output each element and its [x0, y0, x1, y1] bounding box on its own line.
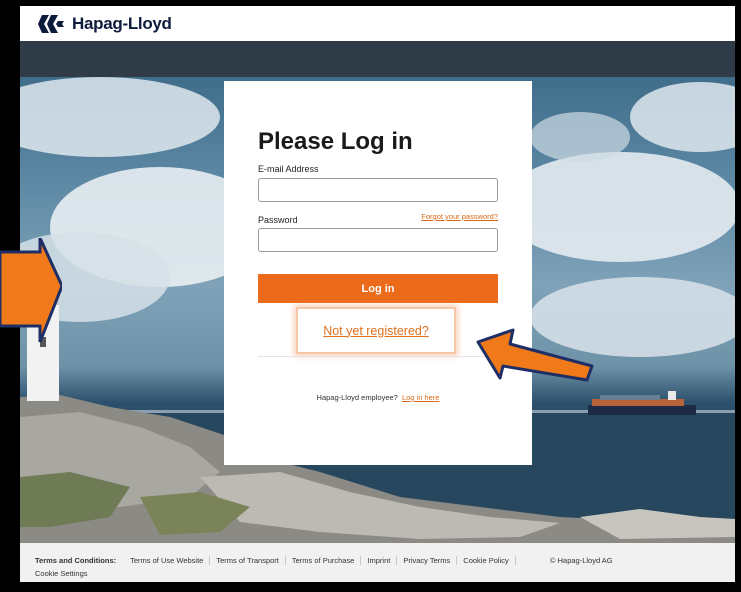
cookie-settings-link[interactable]: Cookie Settings [35, 569, 88, 578]
brand-name[interactable]: Hapag-Lloyd [72, 14, 172, 34]
divider [258, 356, 498, 357]
employee-login-row: Hapag-Lloyd employee? Log in here [224, 393, 532, 402]
register-highlight: Not yet registered? [296, 307, 456, 354]
footer-link-imprint[interactable]: Imprint [361, 556, 398, 565]
email-label: E-mail Address [258, 164, 319, 174]
footer: Terms and Conditions: Terms of Use Websi… [20, 543, 735, 582]
hapag-lloyd-logo-icon[interactable] [38, 14, 64, 33]
footer-link-terms-of-transport[interactable]: Terms of Transport [210, 556, 286, 565]
navigation-bar [20, 41, 735, 77]
copyright: © Hapag-Lloyd AG [550, 556, 613, 565]
password-label: Password [258, 215, 298, 225]
right-annotation-arrow-icon [476, 328, 594, 382]
left-annotation-arrow-icon [0, 238, 62, 343]
login-card: Please Log in E-mail Address Password Fo… [224, 81, 532, 465]
terms-heading: Terms and Conditions: [35, 556, 117, 565]
forgot-password-link[interactable]: Forgot your password? [421, 212, 498, 221]
page-title: Please Log in [258, 128, 413, 155]
login-button[interactable]: Log in [258, 274, 498, 303]
password-field[interactable] [258, 228, 498, 252]
email-field[interactable] [258, 178, 498, 202]
top-header: Hapag-Lloyd [20, 6, 735, 41]
browser-frame: Hapag-Lloyd Please Log in E-mail Address… [20, 6, 735, 582]
hero-background: Please Log in E-mail Address Password Fo… [20, 77, 735, 543]
footer-link-privacy-terms[interactable]: Privacy Terms [397, 556, 458, 565]
register-link[interactable]: Not yet registered? [323, 324, 429, 338]
employee-text: Hapag-Lloyd employee? [316, 393, 398, 402]
footer-link-cookie-policy[interactable]: Cookie Policy [457, 556, 516, 565]
footer-link-terms-of-purchase[interactable]: Terms of Purchase [286, 556, 362, 565]
employee-login-link[interactable]: Log in here [402, 393, 440, 402]
footer-link-terms-of-use[interactable]: Terms of Use Website [124, 556, 211, 565]
